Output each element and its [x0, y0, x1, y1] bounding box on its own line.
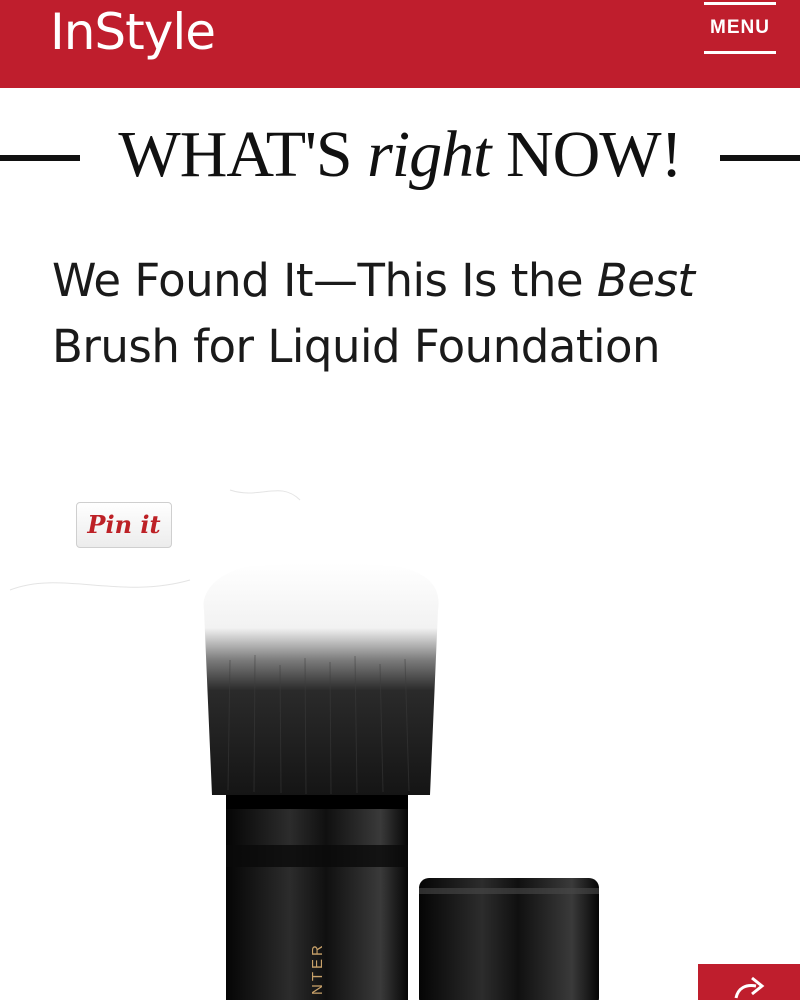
banner-title-part3: NOW!: [490, 118, 683, 191]
site-header: InStyle MENU: [0, 0, 800, 88]
headline-text-italic: Best: [596, 254, 695, 307]
share-arrow-icon: [734, 976, 765, 999]
instyle-logo[interactable]: InStyle: [50, 2, 216, 62]
menu-icon-bottom-bar: [704, 51, 776, 54]
brush-cap: [419, 878, 599, 1000]
menu-button[interactable]: MENU: [704, 0, 776, 56]
banner-right-rule: [720, 155, 800, 161]
article-headline: We Found It—This Is the Best Brush for L…: [52, 248, 772, 380]
product-brand-text: NTER: [309, 942, 326, 995]
pin-it-button[interactable]: Pin it: [76, 502, 172, 548]
banner-title-part1: WHAT'S: [118, 118, 368, 191]
menu-icon-top-bar: [704, 2, 776, 5]
banner-title: WHAT'S right NOW!: [100, 110, 700, 200]
banner-title-italic: right: [367, 118, 491, 191]
brush-ferrule-ring: [226, 795, 408, 809]
brush-ferrule-band: [226, 845, 408, 867]
share-button[interactable]: [698, 964, 800, 1000]
headline-line2: Brush for Liquid Foundation: [52, 320, 661, 373]
menu-label: MENU: [710, 17, 770, 38]
page: InStyle MENU WHAT'S right NOW! We Found …: [0, 0, 800, 1000]
headline-text-a: We Found It—This Is the: [52, 254, 597, 307]
banner-left-rule: [0, 155, 80, 161]
brush-cap-highlight: [419, 888, 599, 894]
brush-bristles: [203, 563, 439, 795]
pin-it-label: Pin it: [87, 510, 161, 539]
whats-right-now-banner[interactable]: WHAT'S right NOW!: [0, 110, 800, 200]
headline-line1: We Found It—This Is the Best: [52, 254, 695, 307]
